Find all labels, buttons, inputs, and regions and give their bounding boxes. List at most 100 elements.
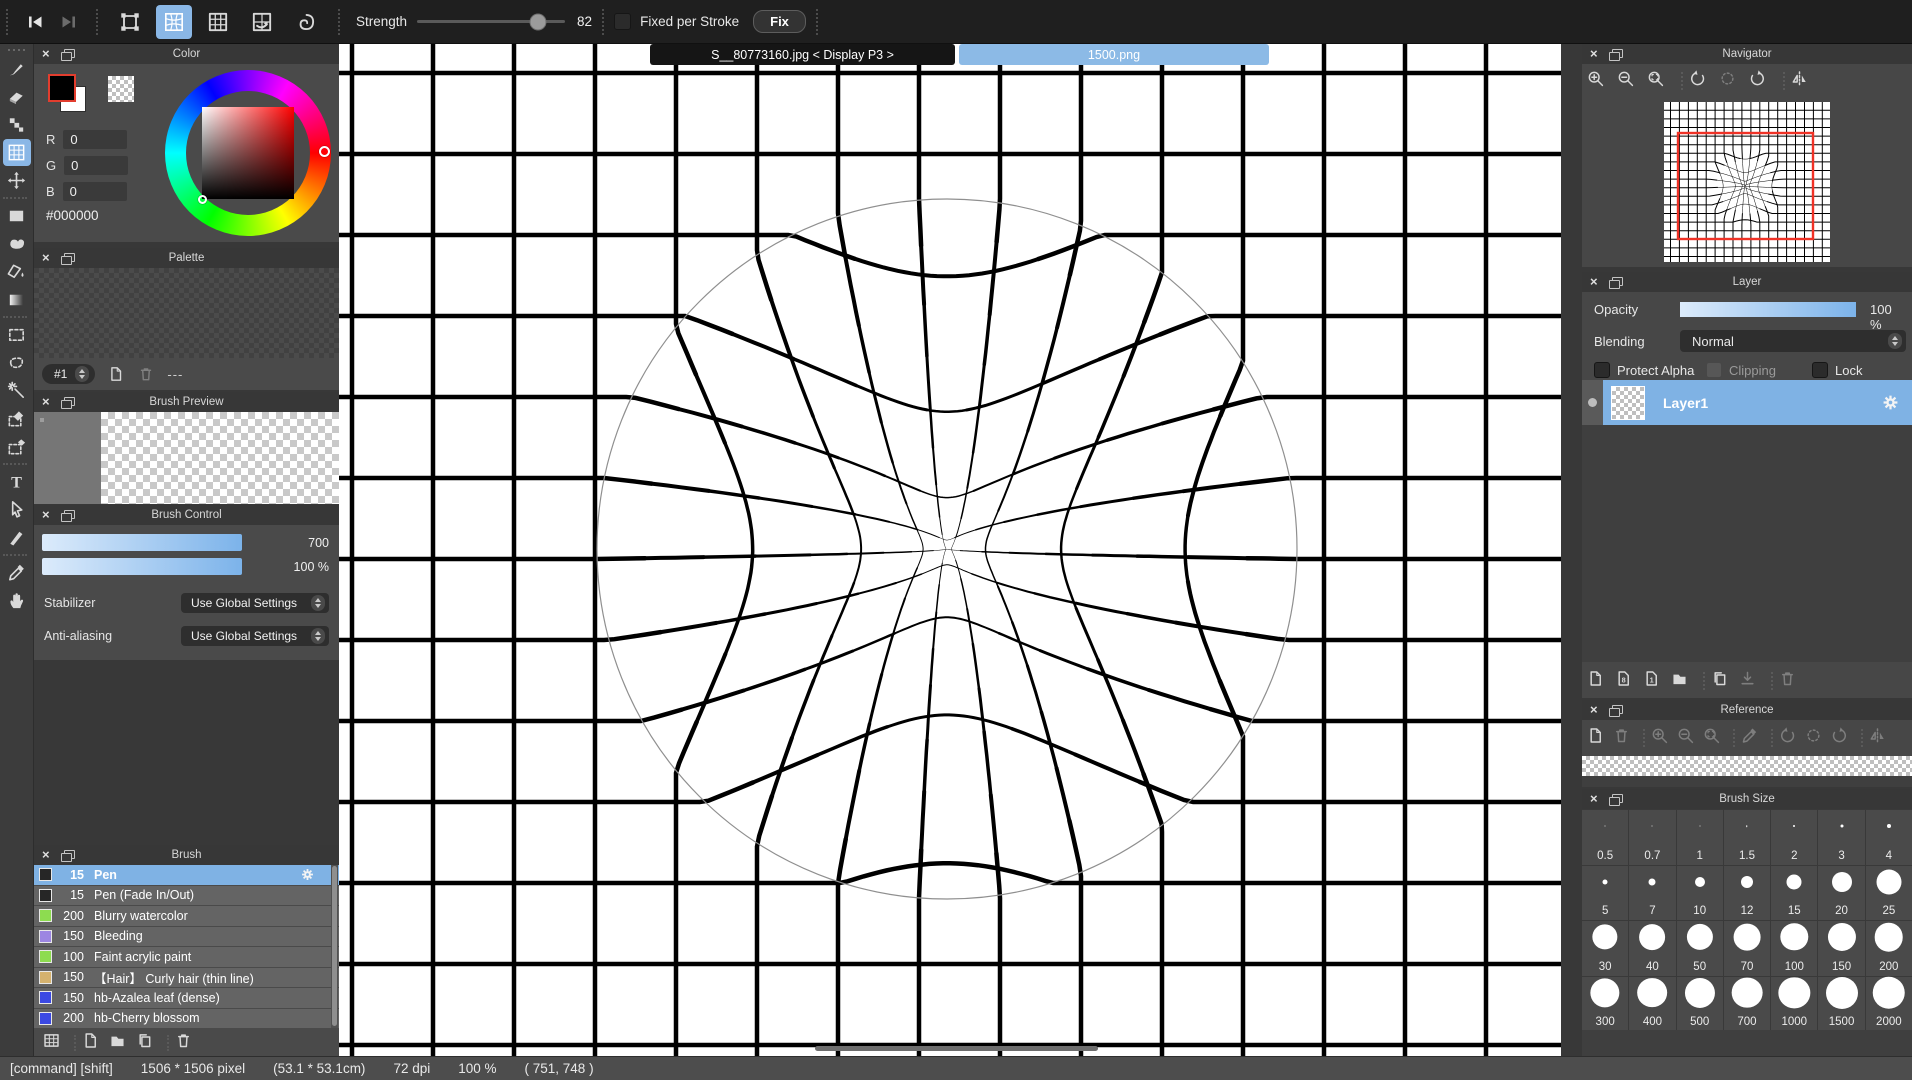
popout-icon[interactable] bbox=[1612, 794, 1623, 803]
move-tool[interactable] bbox=[3, 167, 31, 194]
brush-size-option[interactable]: 2 bbox=[1771, 810, 1817, 865]
brush-size-option[interactable]: 1 bbox=[1677, 810, 1723, 865]
brush-size-option[interactable]: 70 bbox=[1724, 921, 1770, 976]
b-value-field[interactable]: 0 bbox=[63, 182, 127, 201]
stepper-icon[interactable] bbox=[311, 595, 325, 611]
brush-size-option[interactable]: 700 bbox=[1724, 977, 1770, 1032]
transparent-color-swatch[interactable] bbox=[108, 76, 134, 102]
visibility-dot-icon[interactable] bbox=[1588, 398, 1597, 407]
brush-list-item[interactable]: 150hb-Azalea leaf (dense) bbox=[34, 988, 339, 1008]
palette-page-select[interactable]: #1 bbox=[42, 364, 95, 384]
rotate-reset-button[interactable] bbox=[1804, 726, 1830, 750]
brush-size-option[interactable]: 0.7 bbox=[1629, 810, 1675, 865]
fixed-per-stroke-checkbox[interactable] bbox=[614, 13, 631, 30]
protect-alpha-checkbox[interactable] bbox=[1594, 362, 1610, 378]
close-icon[interactable]: × bbox=[42, 45, 50, 63]
delete-palette-icon[interactable] bbox=[137, 365, 155, 383]
zoom-in-button[interactable] bbox=[1586, 69, 1616, 93]
g-value-field[interactable]: 0 bbox=[64, 156, 128, 175]
opacity-slider[interactable] bbox=[1680, 302, 1856, 317]
new-doc-button[interactable] bbox=[1586, 669, 1614, 693]
brush-list-item[interactable]: 200hb-Cherry blossom bbox=[34, 1009, 339, 1029]
rotate-ccw-button[interactable] bbox=[1778, 726, 1804, 750]
blob-tool[interactable] bbox=[3, 230, 31, 257]
fix-button[interactable]: Fix bbox=[753, 10, 806, 33]
brush-tool[interactable] bbox=[3, 55, 31, 82]
brush-size-option[interactable]: 400 bbox=[1629, 977, 1675, 1032]
fill-rect-tool[interactable] bbox=[3, 202, 31, 229]
navigator-thumbnail[interactable] bbox=[1664, 102, 1830, 262]
new-8bit-button[interactable]: 8 bbox=[1614, 669, 1642, 693]
brush-size-option[interactable]: 200 bbox=[1866, 921, 1912, 976]
blending-select[interactable]: Normal bbox=[1680, 330, 1906, 352]
document-tab-active[interactable]: 1500.png bbox=[959, 44, 1269, 65]
transform-mode-button[interactable] bbox=[112, 5, 148, 39]
brush-list-scrollbar[interactable] bbox=[331, 865, 338, 1028]
brush-size-option[interactable]: 5 bbox=[1582, 866, 1628, 921]
tool-strip-handle[interactable] bbox=[8, 49, 25, 51]
brush-size-option[interactable]: 30 bbox=[1582, 921, 1628, 976]
zoom-out-button[interactable] bbox=[1616, 69, 1646, 93]
select-eraser-tool[interactable] bbox=[3, 433, 31, 460]
popout-icon[interactable] bbox=[64, 510, 75, 519]
close-icon[interactable]: × bbox=[1590, 45, 1598, 63]
eyedropper-tool[interactable] bbox=[3, 559, 31, 586]
strength-slider[interactable] bbox=[417, 20, 565, 23]
redo-button[interactable] bbox=[52, 7, 86, 37]
brush-size-option[interactable]: 4 bbox=[1866, 810, 1912, 865]
curve-tool[interactable] bbox=[3, 524, 31, 551]
stepper-icon[interactable] bbox=[1888, 333, 1902, 349]
zoom-out-button[interactable] bbox=[1676, 726, 1702, 750]
spiral-mode-button[interactable] bbox=[288, 5, 324, 39]
brush-size-option[interactable]: 1000 bbox=[1771, 977, 1817, 1032]
brush-list-item[interactable]: 100Faint acrylic paint bbox=[34, 947, 339, 967]
brush-size-option[interactable]: 3 bbox=[1818, 810, 1864, 865]
brush-opacity-slider[interactable] bbox=[42, 558, 242, 575]
eyedropper-button[interactable] bbox=[1740, 726, 1766, 750]
mesh-warp-mode-button[interactable] bbox=[156, 5, 192, 39]
pointer-tool[interactable] bbox=[3, 496, 31, 523]
hand-tool[interactable] bbox=[3, 587, 31, 614]
merge-down-button[interactable] bbox=[1738, 669, 1766, 693]
trash-button[interactable] bbox=[1612, 726, 1638, 750]
warped-grid-image[interactable] bbox=[339, 44, 1561, 1056]
text-tool[interactable]: T bbox=[3, 468, 31, 495]
popout-icon[interactable] bbox=[64, 253, 75, 262]
select-rect-tool[interactable] bbox=[3, 321, 31, 348]
folder-button[interactable] bbox=[1670, 669, 1698, 693]
gear-icon[interactable] bbox=[300, 867, 315, 882]
magic-wand-tool[interactable] bbox=[3, 377, 31, 404]
rotate-reset-button[interactable] bbox=[1718, 69, 1748, 93]
brush-size-option[interactable]: 0.5 bbox=[1582, 810, 1628, 865]
brush-size-option[interactable]: 150 bbox=[1818, 921, 1864, 976]
folder-button[interactable] bbox=[108, 1031, 135, 1055]
brush-list-item[interactable]: 150Bleeding bbox=[34, 927, 339, 947]
lock-checkbox[interactable] bbox=[1812, 362, 1828, 378]
brush-size-option[interactable]: 10 bbox=[1677, 866, 1723, 921]
zoom-fit-button[interactable] bbox=[1702, 726, 1728, 750]
gradient-tool[interactable] bbox=[3, 286, 31, 313]
brush-size-option[interactable]: 1.5 bbox=[1724, 810, 1770, 865]
document-tab[interactable]: S__80773160.jpg < Display P3 > bbox=[650, 44, 955, 65]
close-icon[interactable]: × bbox=[42, 846, 50, 864]
close-icon[interactable]: × bbox=[42, 249, 50, 267]
antialiasing-select[interactable]: Use Global Settings bbox=[181, 626, 329, 646]
new-doc-button[interactable] bbox=[81, 1031, 108, 1055]
new-palette-icon[interactable] bbox=[107, 365, 125, 383]
color-wheel[interactable] bbox=[165, 70, 331, 236]
strength-slider-knob[interactable] bbox=[530, 13, 547, 30]
select-lasso-tool[interactable] bbox=[3, 349, 31, 376]
brush-size-option[interactable]: 500 bbox=[1677, 977, 1723, 1032]
palette-grid[interactable] bbox=[34, 268, 339, 358]
layer-visibility-gutter[interactable] bbox=[1582, 380, 1603, 425]
grid-rotate-mode-button[interactable] bbox=[244, 5, 280, 39]
sv-marker[interactable] bbox=[198, 195, 207, 204]
duplicate-button[interactable] bbox=[1710, 669, 1738, 693]
stepper-icon[interactable] bbox=[311, 628, 325, 644]
popout-icon[interactable] bbox=[64, 397, 75, 406]
close-icon[interactable]: × bbox=[42, 393, 50, 411]
grid-mode-button[interactable] bbox=[200, 5, 236, 39]
brush-size-option[interactable]: 50 bbox=[1677, 921, 1723, 976]
select-pen-tool[interactable] bbox=[3, 405, 31, 432]
r-value-field[interactable]: 0 bbox=[63, 130, 127, 149]
